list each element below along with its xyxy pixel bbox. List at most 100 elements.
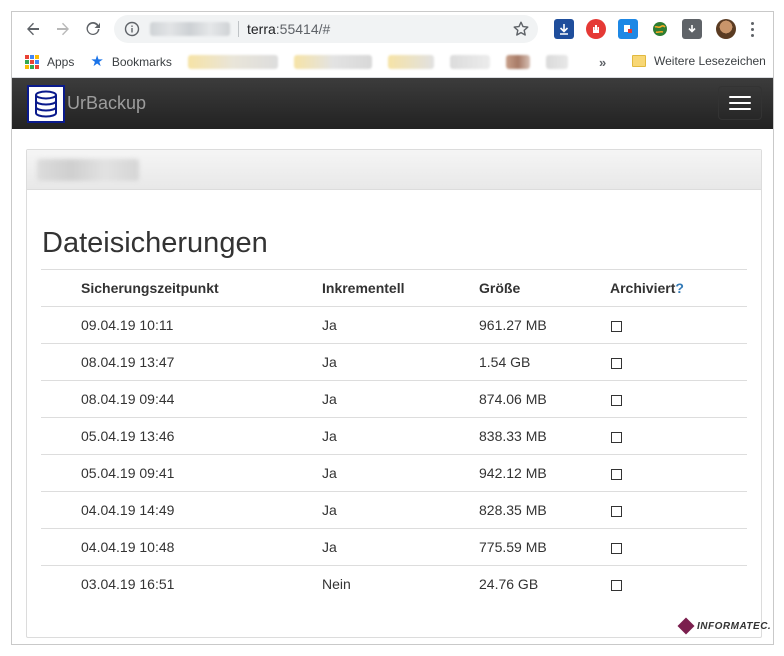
cell-incremental: Ja: [322, 417, 479, 455]
other-bookmarks-label: Weitere Lesezeichen: [654, 54, 766, 68]
archived-checkbox[interactable]: [611, 580, 622, 592]
redacted-bookmark[interactable]: [187, 54, 278, 69]
database-icon: [35, 90, 57, 118]
redacted-bookmark[interactable]: [449, 54, 490, 69]
address-bar[interactable]: terra:55414/#: [114, 15, 538, 43]
table-row[interactable]: 08.04.19 09:44 Ja 874.06 MB: [41, 380, 747, 418]
cell-time: 05.04.19 09:41: [41, 454, 322, 492]
cell-time: 04.04.19 14:49: [41, 491, 322, 529]
url-text[interactable]: terra:55414/#: [247, 21, 330, 37]
archived-checkbox[interactable]: [611, 394, 622, 406]
table-row[interactable]: 09.04.19 10:11 Ja 961.27 MB: [41, 306, 747, 344]
redacted-client-name: [37, 158, 139, 181]
urbackup-logo[interactable]: [27, 84, 65, 123]
redacted-bookmark[interactable]: [387, 54, 434, 69]
cell-archived: [610, 343, 747, 381]
bookmarks-shortcut[interactable]: ★ Bookmarks: [90, 54, 171, 69]
archived-label: Archiviert: [610, 280, 676, 296]
cell-size: 961.27 MB: [479, 306, 610, 344]
cell-size: 874.06 MB: [479, 380, 610, 418]
urbackup-navbar: UrBackup: [12, 78, 773, 129]
cell-archived: [610, 380, 747, 418]
watermark-text: INFORMATEC.: [697, 620, 772, 632]
cell-archived: [610, 454, 747, 492]
extension-save-icon[interactable]: [682, 19, 702, 39]
table-row[interactable]: 05.04.19 13:46 Ja 838.33 MB: [41, 417, 747, 455]
extension-globe-icon[interactable]: [650, 19, 670, 39]
column-header-archived[interactable]: Archiviert?: [610, 269, 747, 307]
apps-grid-icon: [25, 54, 39, 69]
archived-checkbox[interactable]: [611, 431, 622, 443]
cell-size: 828.35 MB: [479, 491, 610, 529]
apps-shortcut[interactable]: Apps: [25, 54, 75, 69]
app-brand[interactable]: UrBackup: [67, 93, 146, 114]
informatec-watermark: INFORMATEC.: [677, 617, 772, 635]
folder-icon: [632, 55, 646, 67]
hamburger-icon: [729, 96, 751, 98]
forward-button[interactable]: [48, 14, 78, 44]
cell-incremental: Ja: [322, 343, 479, 381]
back-button[interactable]: [18, 14, 48, 44]
table-row[interactable]: 08.04.19 13:47 Ja 1.54 GB: [41, 343, 747, 381]
arrow-left-icon: [27, 22, 39, 36]
info-icon[interactable]: [124, 21, 140, 37]
bookmark-star-icon[interactable]: [512, 20, 530, 38]
cell-time: 09.04.19 10:11: [41, 306, 322, 344]
column-header-incremental[interactable]: Inkrementell: [322, 269, 479, 307]
browser-window: terra:55414/# Apps ★ Bookmarks » Weitere…: [11, 11, 774, 645]
browser-toolbar: terra:55414/#: [12, 12, 773, 46]
cell-incremental: Ja: [322, 380, 479, 418]
table-header-row: Sicherungszeitpunkt Inkrementell Größe A…: [41, 269, 747, 307]
arrow-right-icon: [57, 22, 69, 36]
archived-checkbox[interactable]: [611, 468, 622, 480]
cell-archived: [610, 491, 747, 529]
apps-label: Apps: [47, 54, 75, 69]
archived-checkbox[interactable]: [611, 357, 622, 369]
extension-adblock-icon[interactable]: [586, 19, 606, 39]
backups-table-body: 09.04.19 10:11 Ja 961.27 MB 08.04.19 13:47 J…: [41, 306, 747, 603]
archived-help-link[interactable]: ?: [675, 280, 684, 296]
cell-size: 942.12 MB: [479, 454, 610, 492]
nav-toggle-button[interactable]: [718, 86, 762, 120]
backups-table: Sicherungszeitpunkt Inkrementell Größe A…: [41, 269, 747, 603]
cell-size: 775.59 MB: [479, 528, 610, 566]
cell-time: 08.04.19 09:44: [41, 380, 322, 418]
cell-archived: [610, 565, 747, 603]
cell-incremental: Ja: [322, 528, 479, 566]
reload-icon: [86, 21, 100, 35]
archived-checkbox[interactable]: [611, 320, 622, 332]
url-port: :55414/#: [275, 21, 331, 37]
table-row[interactable]: 03.04.19 16:51 Nein 24.76 GB: [41, 565, 747, 603]
panel-body: Dateisicherungen Sicherungszeitpunkt Ink…: [27, 227, 761, 603]
table-row[interactable]: 04.04.19 10:48 Ja 775.59 MB: [41, 528, 747, 566]
bookmarks-overflow-button[interactable]: »: [599, 55, 606, 70]
cell-time: 04.04.19 10:48: [41, 528, 322, 566]
archived-checkbox[interactable]: [611, 505, 622, 517]
column-header-time[interactable]: Sicherungszeitpunkt: [41, 269, 322, 307]
column-header-size[interactable]: Größe: [479, 269, 610, 307]
redacted-bookmark[interactable]: [545, 54, 568, 69]
table-row[interactable]: 05.04.19 09:41 Ja 942.12 MB: [41, 454, 747, 492]
reload-button[interactable]: [78, 14, 108, 44]
url-host: terra: [247, 21, 276, 37]
cell-incremental: Ja: [322, 491, 479, 529]
other-bookmarks-folder[interactable]: Weitere Lesezeichen: [632, 54, 766, 68]
extension-download-icon[interactable]: [554, 19, 574, 39]
redacted-bookmark[interactable]: [505, 54, 530, 69]
cell-time: 05.04.19 13:46: [41, 417, 322, 455]
cell-size: 838.33 MB: [479, 417, 610, 455]
profile-avatar[interactable]: [716, 19, 736, 39]
content-panel: Dateisicherungen Sicherungszeitpunkt Ink…: [26, 149, 762, 638]
table-row[interactable]: 04.04.19 14:49 Ja 828.35 MB: [41, 491, 747, 529]
redacted-bookmark[interactable]: [293, 54, 372, 69]
cell-size: 24.76 GB: [479, 565, 610, 603]
cell-time: 03.04.19 16:51: [41, 565, 322, 603]
extension-translate-icon[interactable]: [618, 19, 638, 39]
address-divider: [238, 21, 239, 37]
panel-heading: [27, 150, 761, 190]
cell-incremental: Ja: [322, 454, 479, 492]
archived-checkbox[interactable]: [611, 542, 622, 554]
bookmarks-label: Bookmarks: [111, 54, 172, 69]
redacted-host: [150, 22, 230, 36]
menu-kebab-icon[interactable]: [746, 21, 758, 37]
